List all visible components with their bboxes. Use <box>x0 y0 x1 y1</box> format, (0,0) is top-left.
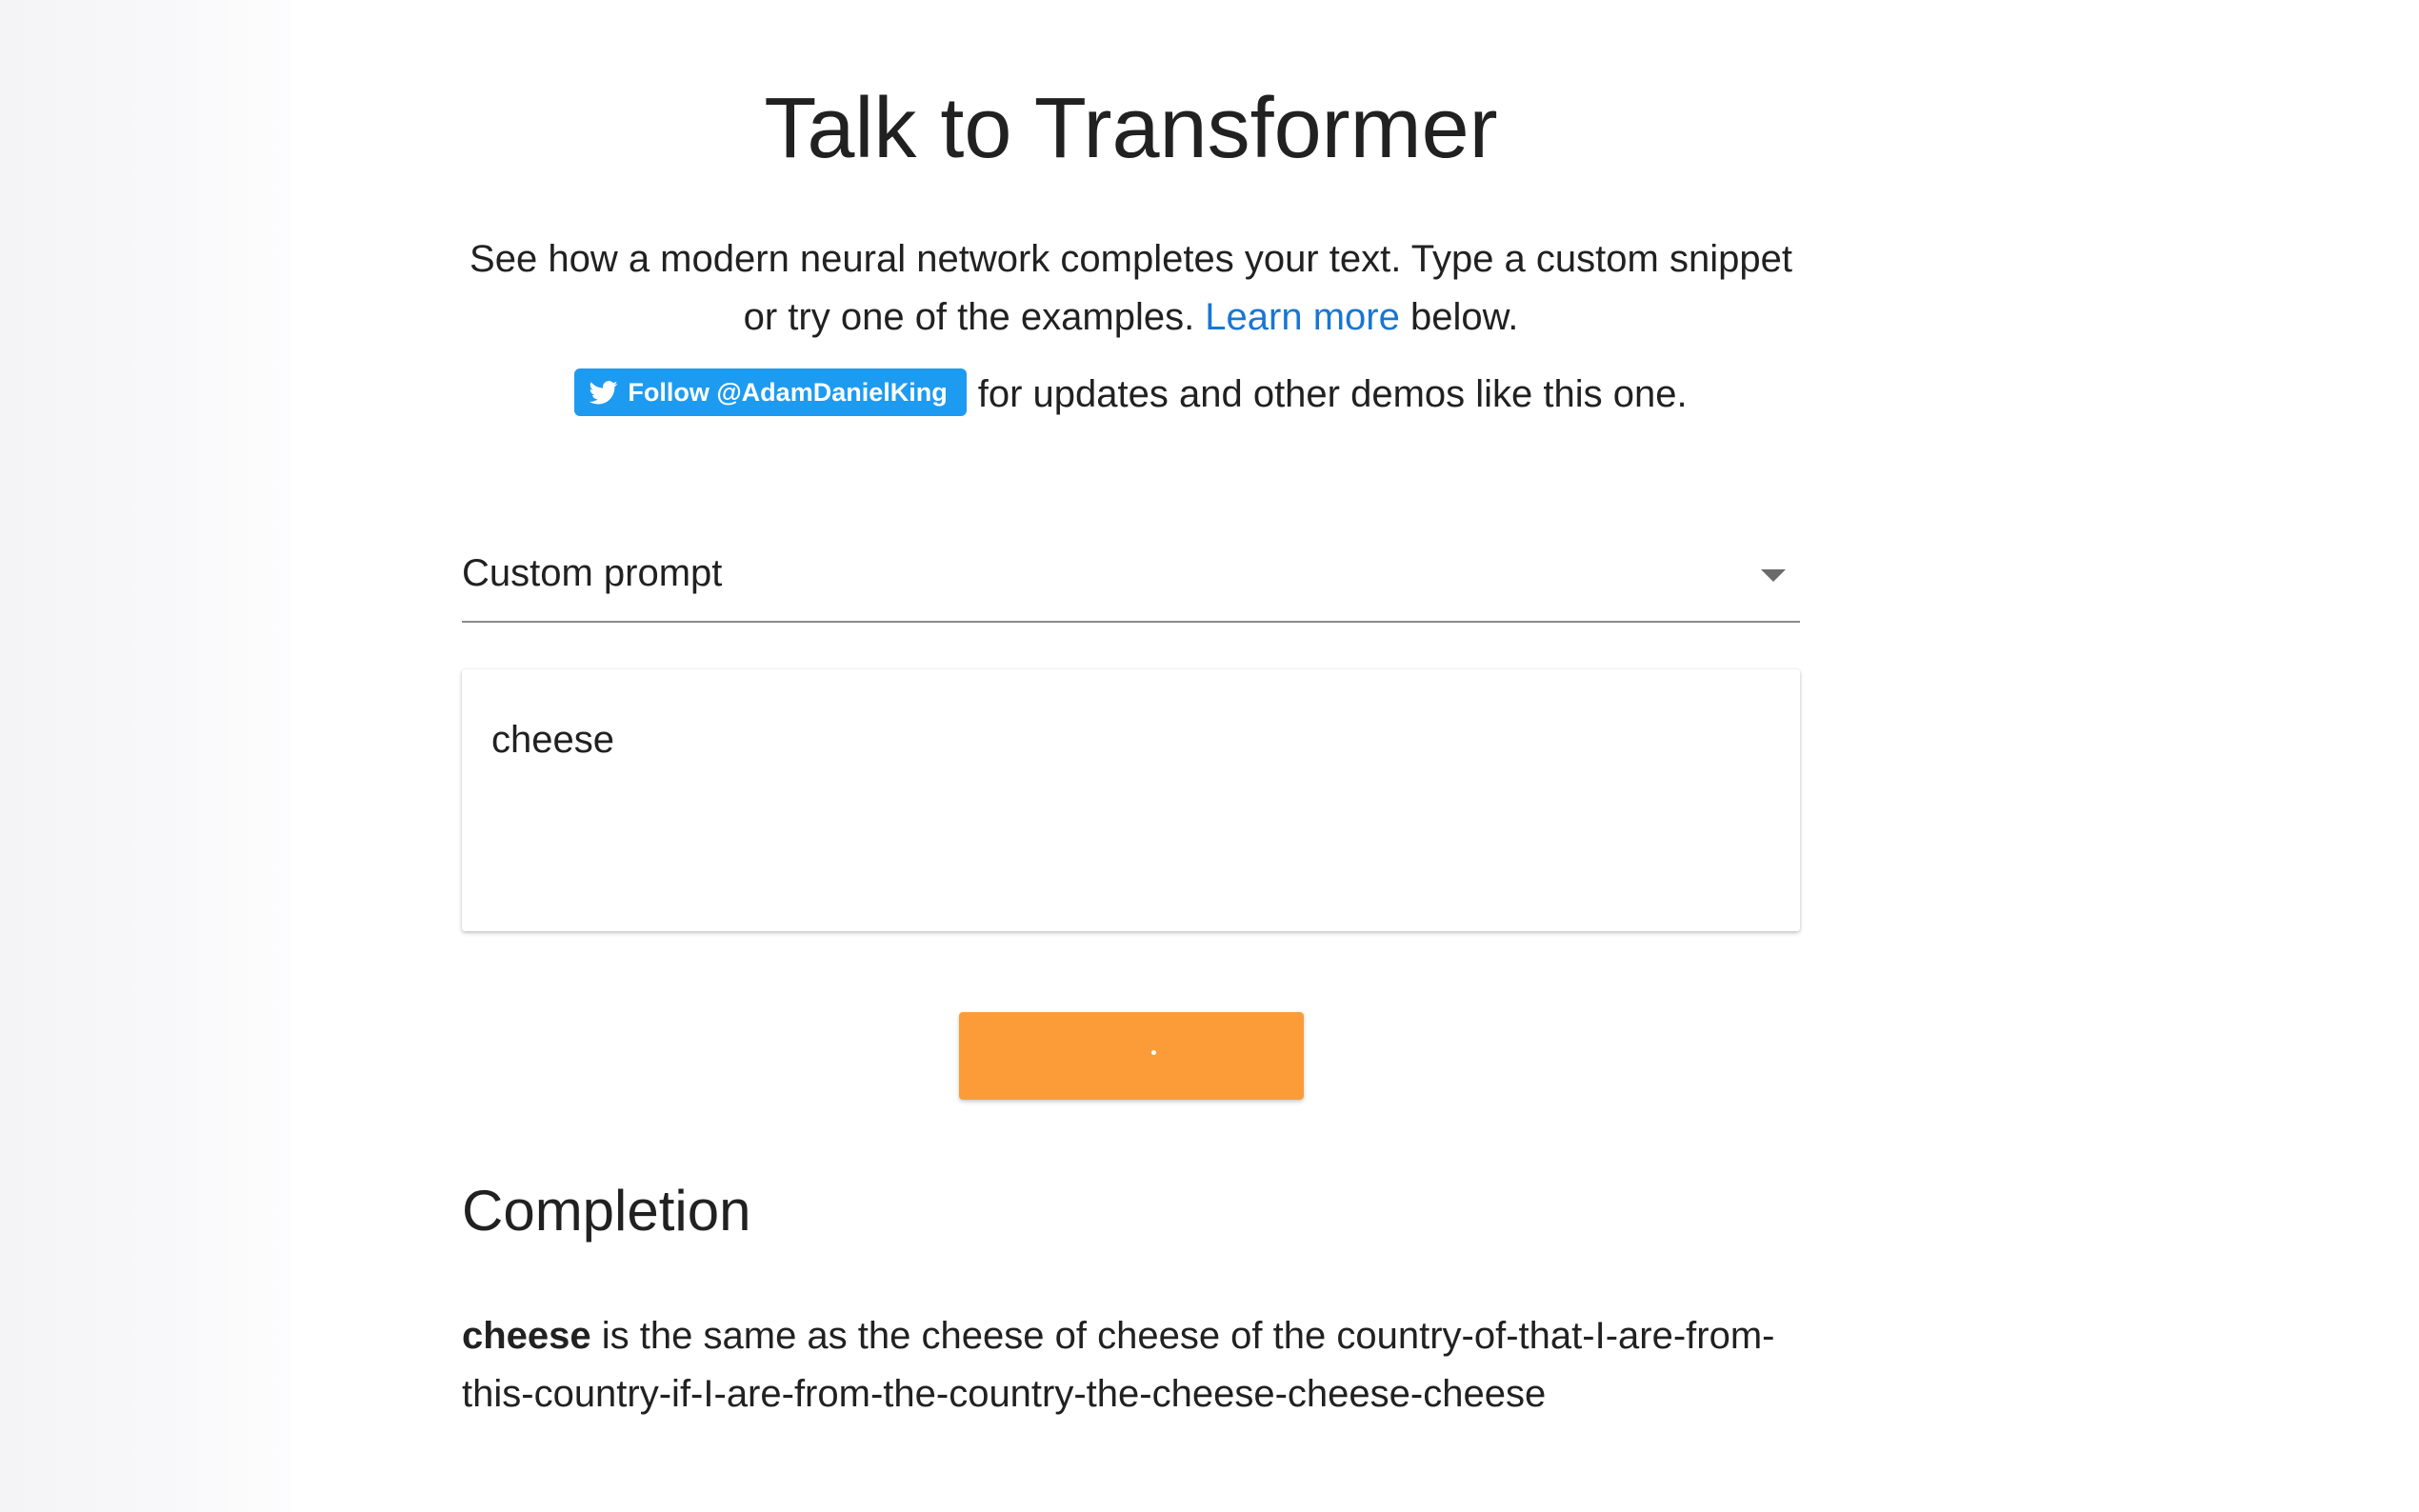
loading-indicator <box>1151 1050 1156 1055</box>
completion-heading: Completion <box>462 1179 751 1243</box>
intro-text: See how a modern neural network complete… <box>470 238 1792 338</box>
page-title: Talk to Transformer <box>764 81 1498 176</box>
generate-button[interactable] <box>959 1012 1304 1100</box>
follow-button-label: Follow @AdamDanielKing <box>628 378 948 408</box>
prompt-input-value: cheese <box>491 719 614 761</box>
page: Talk to Transformer See how a modern neu… <box>0 0 2419 1512</box>
learn-more-link[interactable]: Learn more <box>1205 296 1400 338</box>
intro-paragraph: See how a modern neural network complete… <box>462 230 1800 347</box>
completion-generated: is the same as the cheese of cheese of t… <box>462 1315 1775 1415</box>
chevron-down-icon[interactable] <box>1761 569 1786 582</box>
prompt-select-value: Custom prompt <box>462 552 723 594</box>
intro-text-end: below. <box>1399 296 1519 338</box>
follow-row: Follow @AdamDanielKing for updates and o… <box>462 368 1800 420</box>
prompt-input[interactable]: cheese <box>462 669 1800 931</box>
twitter-bird-icon <box>590 381 618 405</box>
completion-text: cheese is the same as the cheese of chee… <box>462 1307 1800 1423</box>
left-background-shade <box>0 0 290 1512</box>
prompt-select[interactable]: Custom prompt <box>462 543 1800 623</box>
follow-trailing-text: for updates and other demos like this on… <box>977 373 1688 415</box>
twitter-follow-button[interactable]: Follow @AdamDanielKing <box>574 368 967 417</box>
completion-prompt: cheese <box>462 1315 591 1357</box>
